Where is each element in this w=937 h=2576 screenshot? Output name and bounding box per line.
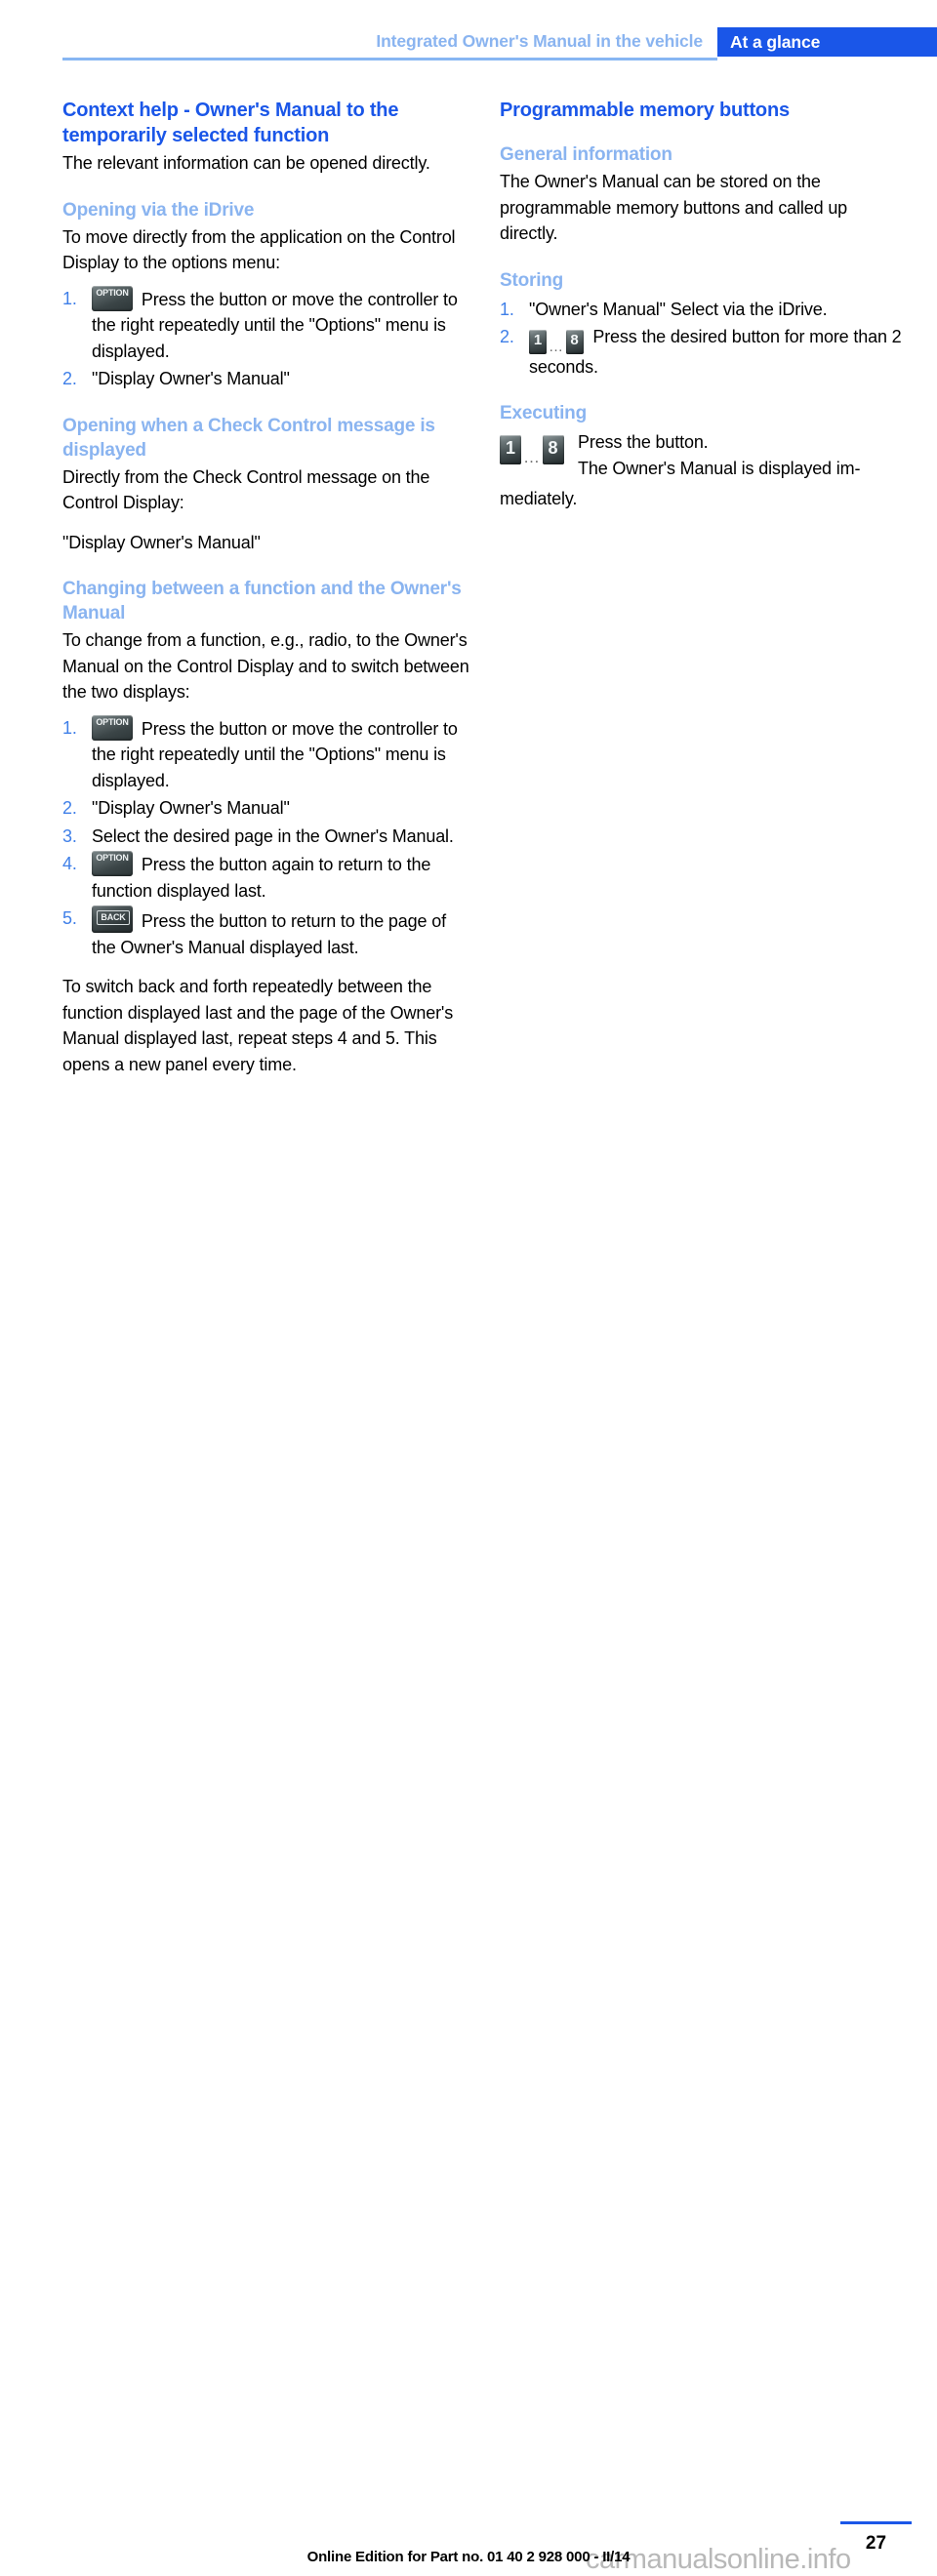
memory-buttons-icon: 1 … 8 xyxy=(500,435,564,467)
list-item: 1. OPTION Press the button or move the c… xyxy=(62,714,472,794)
left-subheading-check-control: Opening when a Check Control message is … xyxy=(62,415,435,461)
memory-button-first-icon: 1 xyxy=(529,329,547,354)
list-item: 2. "Display Owner's Manual" xyxy=(62,366,472,392)
step-text: Press the button or move the controller … xyxy=(92,718,458,790)
list-item: 4. OPTION Press the button again to retu… xyxy=(62,851,472,904)
memory-button-last-icon: 8 xyxy=(542,435,564,465)
step-text: Press the desired button for more than 2… xyxy=(529,327,902,377)
memory-buttons-icon: 1 … 8 xyxy=(529,328,584,354)
left-sub1-steps: 1. OPTION Press the button or move the c… xyxy=(62,285,472,392)
left-sub3-lead: To change from a function, e.g., radio, … xyxy=(62,630,469,702)
right-column: Programmable memory buttons General info… xyxy=(500,98,910,512)
memory-button-last-icon: 8 xyxy=(565,329,584,354)
memory-button-first-icon: 1 xyxy=(500,435,521,465)
list-item: 1. OPTION Press the button or move the c… xyxy=(62,285,472,365)
memory-button-last-label: 8 xyxy=(548,438,558,459)
step-text: "Display Owner's Manual" xyxy=(92,798,290,818)
left-column: Context help - Owner's Manual to the tem… xyxy=(62,98,472,1077)
header-chapter-title: Integrated Owner's Manual in the vehicle xyxy=(376,31,703,51)
option-button-label: OPTION xyxy=(96,287,129,298)
list-item: 1. "Owner's Manual" Select via the iDriv… xyxy=(500,297,910,323)
step-number: 5. xyxy=(62,908,77,928)
step-number: 2. xyxy=(62,369,77,388)
step-text: Select the desired page in the Owner's M… xyxy=(92,825,454,846)
left-sub1-lead: To move directly from the application on… xyxy=(62,226,456,273)
step-number: 4. xyxy=(62,854,77,873)
memory-buttons-ellipsis: … xyxy=(549,338,564,355)
step-number: 2. xyxy=(500,327,514,346)
step-text: Press the button again to return to the … xyxy=(92,855,431,901)
header-section-title: At a glance xyxy=(730,32,821,52)
step-number: 1. xyxy=(500,299,514,319)
right-sub2-steps: 1. "Owner's Manual" Select via the iDriv… xyxy=(500,297,910,381)
back-button-label: BACK xyxy=(97,910,130,925)
online-edition-notice: Online Edition for Part no. 01 40 2 928 … xyxy=(306,2549,631,2565)
memory-button-first-label: 1 xyxy=(533,331,543,348)
page-number-rule xyxy=(840,2521,912,2524)
step-number: 3. xyxy=(62,825,77,846)
right-sub1-body: The Owner's Manual can be stored on the … xyxy=(500,172,848,243)
left-sub3-steps: 1. OPTION Press the button or move the c… xyxy=(62,714,472,961)
right-section-title: Programmable memory buttons xyxy=(500,100,790,121)
list-item: 5. BACK Press the button to return to th… xyxy=(62,906,472,960)
option-button-icon: OPTION xyxy=(92,285,133,311)
left-subheading-opening-idrive: Opening via the iDrive xyxy=(62,199,255,221)
step-text: "Display Owner's Manual" xyxy=(92,369,290,388)
left-sub3-outro: To switch back and forth repeatedly betw… xyxy=(62,977,454,1074)
page-header: Integrated Owner's Manual in the vehicle… xyxy=(0,0,937,60)
step-text: "Owner's Manual" Select via the iDrive. xyxy=(529,299,828,319)
right-subheading-storing: Storing xyxy=(500,269,564,291)
right-subheading-general-information: General information xyxy=(500,144,672,165)
left-sub2-lead: Directly from the Check Control message … xyxy=(62,466,430,513)
left-sub2-command: "Display Owner's Manual" xyxy=(62,532,261,552)
memory-buttons-ellipsis: … xyxy=(523,448,541,467)
left-intro-paragraph: The relevant information can be opened d… xyxy=(62,153,430,173)
memory-button-first-label: 1 xyxy=(505,438,515,459)
option-button-label: OPTION xyxy=(96,716,129,727)
left-subheading-changing-function: Changing between a function and the Owne… xyxy=(62,579,462,624)
list-item: 2. 1 … 8 Press the desired button for mo… xyxy=(500,324,910,380)
exec-line-3: mediately. xyxy=(500,489,578,509)
option-button-icon: OPTION xyxy=(92,851,133,876)
page-footer: 27 carmanualsonline.info Online Edition … xyxy=(0,1251,937,2575)
step-number: 1. xyxy=(62,717,77,738)
list-item: 2. "Display Owner's Manual" xyxy=(62,795,472,822)
header-divider-rule xyxy=(62,58,717,60)
step-number: 2. xyxy=(62,798,77,818)
step-text: Press the button or move the controller … xyxy=(92,289,458,361)
step-number: 1. xyxy=(62,288,77,308)
right-subheading-executing: Executing xyxy=(500,403,587,424)
list-item: 3. Select the desired page in the Owner'… xyxy=(62,824,472,850)
memory-button-last-label: 8 xyxy=(570,331,579,348)
step-text: Press the button to return to the page o… xyxy=(92,911,446,957)
right-sub3-exec-block: 1 … 8 Press the button. The Owner's Manu… xyxy=(500,429,910,486)
option-button-icon: OPTION xyxy=(92,714,133,741)
back-button-icon: BACK xyxy=(92,906,133,933)
left-section-title: Context help - Owner's Manual to the tem… xyxy=(62,100,399,146)
option-button-label: OPTION xyxy=(96,853,129,863)
